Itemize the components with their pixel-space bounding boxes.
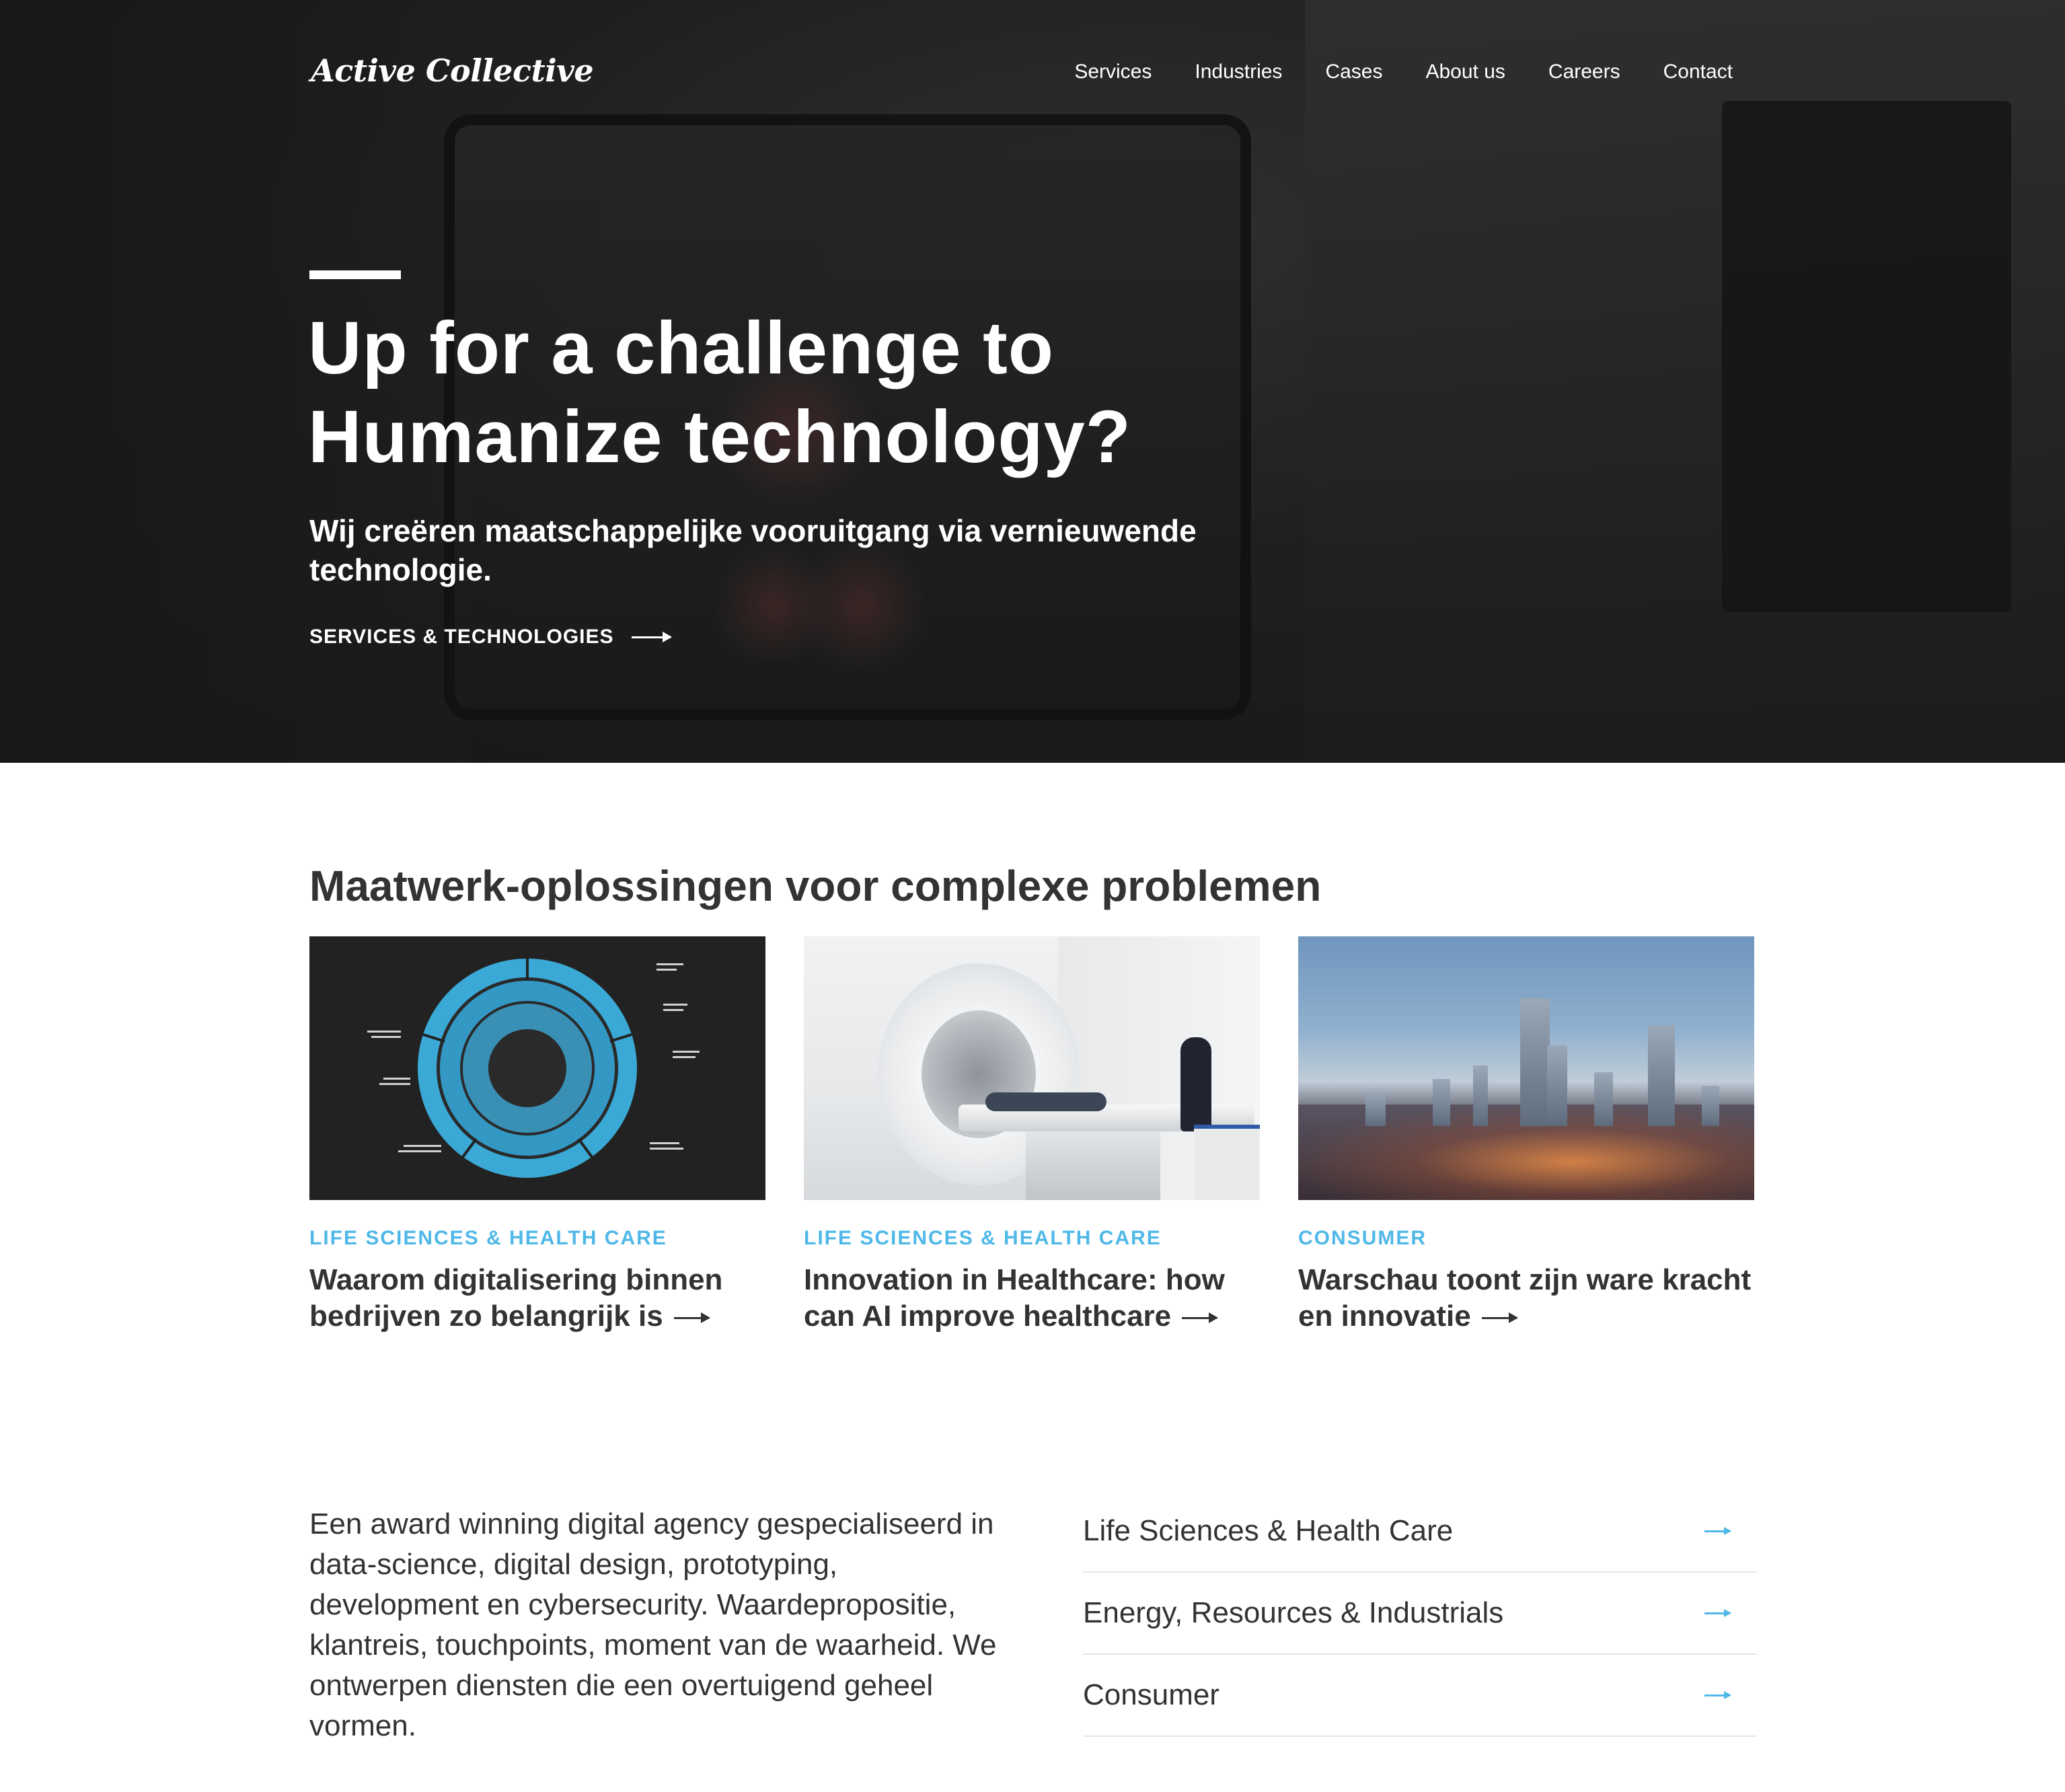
nav-item-contact[interactable]: Contact bbox=[1663, 61, 1733, 83]
arrow-right-icon bbox=[673, 1312, 710, 1323]
case-title[interactable]: Waarom digitalisering binnen bedrijven z… bbox=[309, 1262, 765, 1335]
photo-bed-base bbox=[1026, 1131, 1160, 1200]
case-category: CONSUMER bbox=[1298, 1227, 1427, 1249]
services-technologies-label: SERVICES & TECHNOLOGIES bbox=[309, 626, 614, 648]
industry-item-life-sciences[interactable]: Life Sciences & Health Care bbox=[1083, 1491, 1757, 1573]
nav-item-industries[interactable]: Industries bbox=[1195, 61, 1282, 83]
photo-cart bbox=[1194, 1125, 1260, 1200]
arrow-right-icon bbox=[1704, 1526, 1731, 1535]
industry-item-label: Energy, Resources & Industrials bbox=[1083, 1596, 1504, 1629]
case-category: LIFE SCIENCES & HEALTH CARE bbox=[804, 1227, 1162, 1249]
photo-technician bbox=[1180, 1037, 1211, 1131]
case-thumbnail-mri-scanner bbox=[804, 936, 1260, 1200]
industry-item-label: Life Sciences & Health Care bbox=[1083, 1514, 1454, 1547]
lifecycle-diagram bbox=[367, 959, 700, 1178]
industry-item-label: Consumer bbox=[1083, 1678, 1219, 1711]
case-card[interactable]: LIFE SCIENCES & HEALTH CARE Innovation i… bbox=[804, 936, 1260, 1335]
logo[interactable]: Active Collective bbox=[311, 52, 594, 89]
photo-patient bbox=[985, 1092, 1106, 1111]
arrow-right-icon bbox=[1704, 1690, 1731, 1699]
hero-title: Up for a challenge to Humanize technolog… bbox=[308, 304, 1317, 482]
photo-building bbox=[1433, 1079, 1450, 1126]
industry-item-energy[interactable]: Energy, Resources & Industrials bbox=[1083, 1573, 1757, 1655]
photo-building bbox=[1365, 1092, 1386, 1126]
case-title[interactable]: Warschau toont zijn ware kracht en innov… bbox=[1298, 1262, 1754, 1335]
case-thumbnail-city-skyline bbox=[1298, 936, 1754, 1200]
industry-list: Life Sciences & Health Care Energy, Reso… bbox=[1083, 1491, 1757, 1737]
nav-item-services[interactable]: Services bbox=[1074, 61, 1152, 83]
agency-intro: Een award winning digital agency gespeci… bbox=[309, 1507, 997, 1742]
services-technologies-link[interactable]: SERVICES & TECHNOLOGIES bbox=[309, 626, 672, 648]
case-card[interactable]: CONSUMER Warschau toont zijn ware kracht… bbox=[1298, 936, 1754, 1335]
arrow-right-icon bbox=[1481, 1312, 1518, 1323]
cases-section-title: Maatwerk-oplossingen voor complexe probl… bbox=[309, 862, 1322, 910]
nav-item-cases[interactable]: Cases bbox=[1325, 61, 1382, 83]
hero-section: Active Collective Services Industries Ca… bbox=[0, 0, 2065, 763]
arrow-right-icon bbox=[1704, 1608, 1731, 1617]
case-card[interactable]: LIFE SCIENCES & HEALTH CARE Waarom digit… bbox=[309, 936, 765, 1335]
case-title-text: Warschau toont zijn ware kracht en innov… bbox=[1298, 1263, 1752, 1333]
arrow-right-icon bbox=[631, 631, 672, 642]
photo-building bbox=[1547, 1045, 1567, 1126]
photo-skyscraper bbox=[1520, 998, 1550, 1126]
photo-building bbox=[1473, 1066, 1488, 1126]
photo-building bbox=[1702, 1086, 1719, 1126]
main-nav: Services Industries Cases About us Caree… bbox=[1074, 61, 1733, 83]
hero-accent-rule bbox=[309, 270, 401, 279]
case-title-text: Waarom digitalisering binnen bedrijven z… bbox=[309, 1263, 723, 1333]
hero-title-line-1: Up for a challenge to bbox=[308, 307, 1054, 389]
case-category: LIFE SCIENCES & HEALTH CARE bbox=[309, 1227, 667, 1249]
photo-skyscraper bbox=[1648, 1025, 1675, 1126]
industry-item-consumer[interactable]: Consumer bbox=[1083, 1655, 1757, 1737]
case-title[interactable]: Innovation in Healthcare: how can AI imp… bbox=[804, 1262, 1260, 1335]
arrow-right-icon bbox=[1182, 1312, 1219, 1323]
hero-subtitle: Wij creëren maatschappelijke vooruitgang… bbox=[309, 513, 1197, 587]
photo-building bbox=[1594, 1072, 1613, 1126]
nav-item-careers[interactable]: Careers bbox=[1548, 61, 1620, 83]
hero-title-line-2: Humanize technology? bbox=[308, 396, 1131, 478]
case-thumbnail-lifecycle-diagram bbox=[309, 936, 765, 1200]
nav-item-about-us[interactable]: About us bbox=[1425, 61, 1505, 83]
case-title-text: Innovation in Healthcare: how can AI imp… bbox=[804, 1263, 1225, 1333]
